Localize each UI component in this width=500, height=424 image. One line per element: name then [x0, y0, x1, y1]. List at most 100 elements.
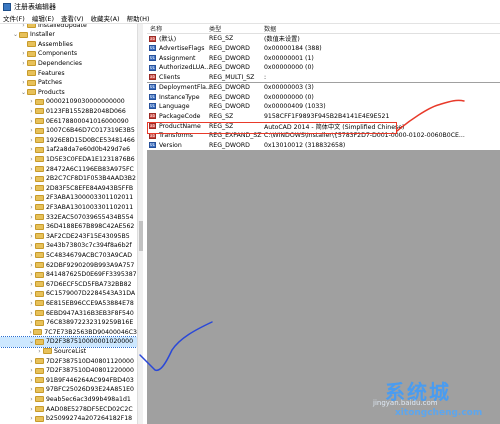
value-row[interactable]: 01 Assignment REG_DWORD 0x00000001 (1) [147, 53, 500, 64]
expand-arrow-icon[interactable]: › [28, 137, 35, 144]
tree-node[interactable]: › 7D2F387510D40801220000 [0, 366, 137, 376]
values-pane[interactable]: 名称 类型 数据 ab (默认) REG_SZ (数值未设置) 01 AdvertiseF… [147, 24, 500, 424]
menu-view[interactable]: 查看(V) [61, 13, 84, 23]
expand-arrow-icon[interactable]: › [28, 185, 35, 192]
menu-file[interactable]: 文件(F) [3, 13, 25, 23]
expand-arrow-icon[interactable]: › [28, 98, 35, 105]
expand-arrow-icon[interactable]: › [20, 50, 27, 57]
value-row[interactable]: 01 AuthorizedLUA... REG_DWORD 0x00000000 (0… [147, 63, 500, 73]
expand-arrow-icon[interactable]: › [28, 194, 35, 201]
menu-favorites[interactable]: 收藏夹(A) [91, 13, 120, 23]
expand-arrow-icon[interactable]: › [28, 319, 35, 326]
tree-node[interactable]: › 67D6ECF5CD5FBA732BB82 [0, 279, 137, 289]
column-type-header[interactable]: 类型 [209, 24, 221, 33]
value-row[interactable]: ab (默认) REG_SZ (数值未设置) [147, 34, 500, 44]
column-data-header[interactable]: 数据 [264, 24, 276, 33]
expand-arrow-icon[interactable]: › [28, 415, 35, 422]
expand-arrow-icon[interactable]: › [28, 396, 35, 403]
tree-node[interactable]: Assemblies [0, 39, 137, 49]
expand-arrow-icon[interactable]: › [28, 146, 35, 153]
expand-arrow-icon[interactable]: › [28, 175, 35, 182]
tree-node[interactable]: ⌄ Installer [0, 30, 137, 40]
value-row[interactable]: 01 InstanceType REG_DWORD 0x00000000 (0) [147, 92, 500, 102]
tree-node[interactable]: › 1007C6B46D7C017319E3B5 [0, 126, 137, 136]
expand-arrow-icon[interactable]: › [28, 252, 35, 259]
column-name-header[interactable]: 名称 [150, 24, 162, 33]
tree-node[interactable]: › AAD08E5278DF5ECD02C2C [0, 404, 137, 414]
tree-node[interactable]: › 1af2a8da7e60d0b429d7e6 [0, 145, 137, 155]
value-row[interactable]: ab Clients REG_MULTI_SZ: [147, 72, 500, 83]
value-row[interactable]: 01 AdvertiseFlags REG_DWORD 0x00000184 (388… [147, 43, 500, 54]
expand-arrow-icon[interactable]: › [20, 60, 27, 67]
tree-node[interactable]: › 1D5E3C0FEDA1E1231876B6 [0, 154, 137, 164]
tree-node[interactable]: › 2F3ABA1300003301102011 [0, 193, 137, 203]
tree-node[interactable]: › SourceList [0, 346, 137, 356]
value-row[interactable]: 01 Language REG_DWORD 0x00000409 (1033) [147, 101, 500, 112]
tree-node[interactable]: › 332EAC507039655434B554 [0, 212, 137, 222]
registry-key-tree[interactable]: › InstalledUpdate ⌄ Installer Assemblies › Com… [0, 24, 137, 424]
tree-node[interactable]: › 6E815EB96CCE9A53884E78 [0, 298, 137, 308]
tree-node[interactable]: › 91B9F446264AC994FBD403 [0, 375, 137, 385]
value-row[interactable]: 01 DeploymentFla... REG_DWORD 0x00000003 (3… [147, 82, 500, 93]
expand-arrow-icon[interactable]: › [28, 358, 35, 365]
tree-node[interactable]: › 2D83F5C8EFE84A943B5FFB [0, 183, 137, 193]
tree-node[interactable]: Features [0, 68, 137, 78]
expand-arrow-icon[interactable]: › [28, 386, 35, 393]
expand-arrow-icon[interactable]: › [28, 156, 35, 163]
tree-node[interactable]: › Patches [0, 78, 137, 88]
expand-arrow-icon[interactable]: › [28, 223, 35, 230]
expand-arrow-icon[interactable]: › [28, 377, 35, 384]
tree-node[interactable]: › 1926E8D15D0BCE53481466 [0, 135, 137, 145]
expand-arrow-icon[interactable]: › [28, 281, 35, 288]
tree-node[interactable]: › 6EBD947A316B3EB3F8F540 [0, 308, 137, 318]
expand-arrow-icon[interactable]: › [28, 204, 35, 211]
expand-arrow-icon[interactable]: › [28, 271, 35, 278]
tree-node[interactable]: ⌄ Products [0, 87, 137, 97]
tree-node[interactable]: › 3AF2CDE243F15E43095B5 [0, 231, 137, 241]
menu-edit[interactable]: 编辑(E) [32, 13, 54, 23]
tree-node[interactable]: › 7D2F387510D40801120000 [0, 356, 137, 366]
tree-node[interactable]: › 0123FB15528B2048D066 [0, 106, 137, 116]
expand-arrow-icon[interactable]: › [28, 242, 35, 249]
expand-arrow-icon[interactable]: › [28, 290, 35, 297]
tree-node[interactable]: › 2F3ABA1301003301102011 [0, 202, 137, 212]
expand-arrow-icon[interactable]: › [28, 233, 35, 240]
tree-node[interactable]: › 28472A6C1196EB83A975FC [0, 164, 137, 174]
expand-arrow-icon[interactable]: › [28, 214, 35, 221]
tree-node[interactable]: › 76C838972232319259B16E [0, 318, 137, 328]
collapse-arrow-icon[interactable]: ⌄ [28, 338, 35, 345]
tree-node[interactable]: › 9eab5ec6ac3d99b498a1d1 [0, 394, 137, 404]
expand-arrow-icon[interactable]: › [28, 406, 35, 413]
value-row[interactable]: 01 Version REG_DWORD 0x13010012 (318832658) [147, 140, 500, 151]
tree-node[interactable]: › 97BFC25026D93E24A851E0 [0, 385, 137, 395]
tree-node[interactable]: › 0E6178800041016000090 [0, 116, 137, 126]
tree-node[interactable]: › 2B2C7CF8D1F053B4AAD3B2 [0, 174, 137, 184]
tree-node[interactable]: › Components [0, 49, 137, 59]
tree-node[interactable]: › 36D4188E67B898C42AE562 [0, 222, 137, 232]
tree-node-selected[interactable]: ⌄ 7D2F387510000001020000 [0, 335, 137, 348]
expand-arrow-icon[interactable]: › [28, 127, 35, 134]
value-row[interactable]: ab Transforms REG_EXPAND_SZ C:\WINDOWS\Inst… [147, 131, 500, 141]
expand-arrow-icon[interactable]: › [28, 118, 35, 125]
value-row[interactable]: ab PackageCode REG_SZ 9158CFF1F9893F945B2B4… [147, 111, 500, 122]
collapse-arrow-icon[interactable]: ⌄ [20, 89, 27, 96]
expand-arrow-icon[interactable]: › [20, 79, 27, 86]
expand-arrow-icon[interactable]: › [28, 310, 35, 317]
expand-arrow-icon[interactable]: › [36, 348, 43, 355]
tree-node[interactable]: › 3e43b73803c7c394f8a6b2f [0, 241, 137, 251]
tree-node[interactable]: › 62DBF9290209B993A9A757 [0, 260, 137, 270]
collapse-arrow-icon[interactable]: ⌄ [12, 31, 19, 38]
expand-arrow-icon[interactable]: › [28, 367, 35, 374]
tree-node[interactable]: › 6C1579007D2284543A31DA [0, 289, 137, 299]
tree-node[interactable]: › 5C4834679ACBC703A9CAD [0, 250, 137, 260]
tree-node[interactable]: › 841487625D0E69FF3395387 [0, 270, 137, 280]
expand-arrow-icon[interactable]: › [28, 300, 35, 307]
expand-arrow-icon[interactable]: › [20, 24, 27, 29]
expand-arrow-icon[interactable]: › [28, 166, 35, 173]
tree-node[interactable]: › Dependencies [0, 58, 137, 68]
expand-arrow-icon[interactable]: › [28, 262, 35, 269]
tree-node[interactable]: › 7C7E73B2563BD90400046C3 [0, 327, 137, 337]
value-row[interactable]: ab ProductName REG_SZ AutoCAD 2014 - 简体中文 (… [147, 121, 500, 131]
tree-node[interactable]: › b25099274a207264182F18 [0, 414, 137, 424]
expand-arrow-icon[interactable]: › [28, 108, 35, 115]
